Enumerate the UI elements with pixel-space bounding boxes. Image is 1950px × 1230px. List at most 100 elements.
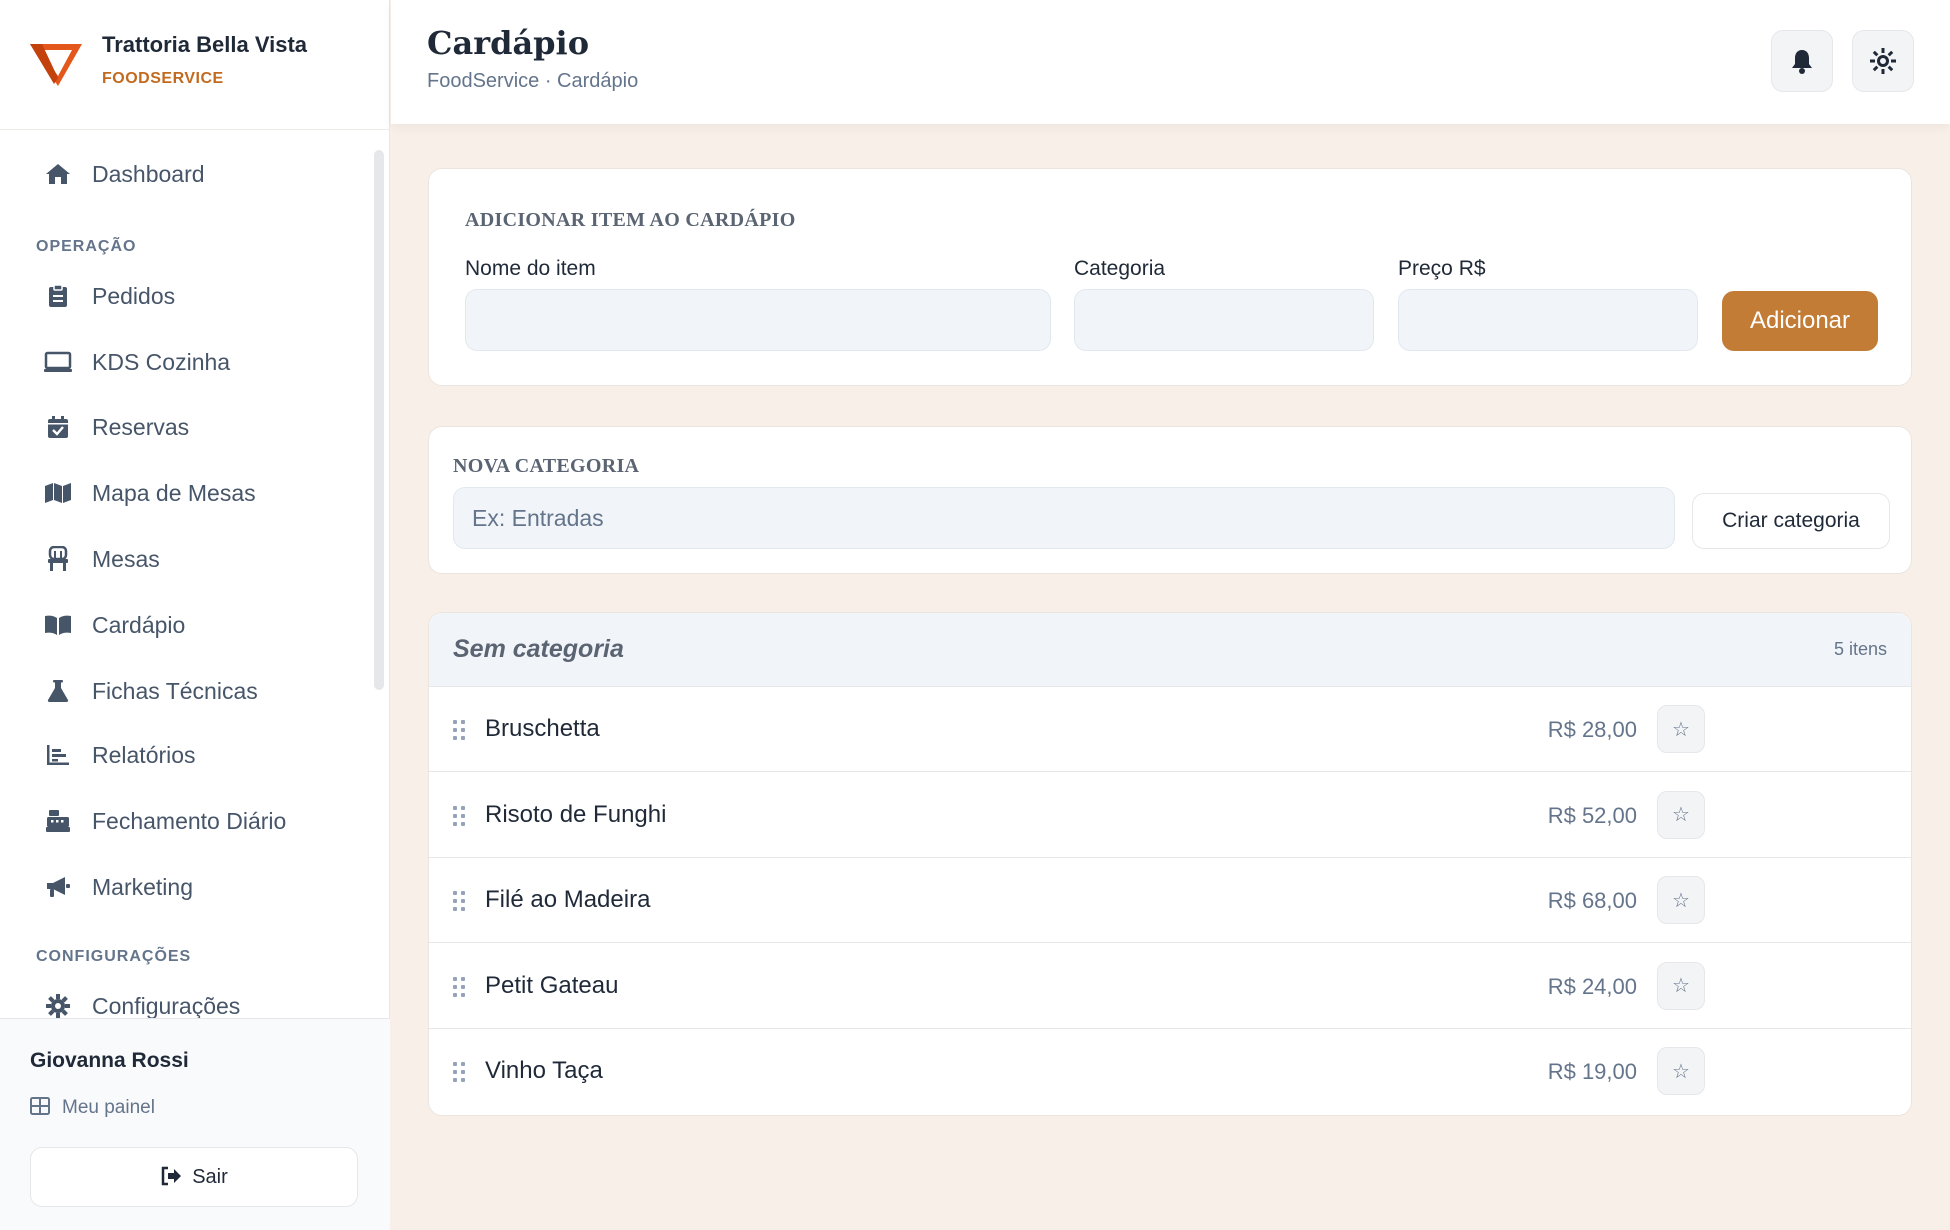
- sidebar: Trattoria Bella Vista FOODSERVICE Dashbo…: [0, 0, 390, 1230]
- sidebar-item-kds-cozinha[interactable]: KDS Cozinha: [30, 342, 370, 382]
- drag-handle-icon[interactable]: [451, 890, 467, 912]
- sign-out-icon: [160, 1166, 182, 1188]
- menu-item-name: Petit Gateau: [485, 971, 619, 999]
- brand-logo-icon: [30, 44, 82, 86]
- sidebar-item-fichas-tecnicas[interactable]: Fichas Técnicas: [30, 671, 370, 711]
- sidebar-scrollbar[interactable]: [374, 150, 384, 690]
- breadcrumb: FoodService · Cardápio: [427, 70, 639, 92]
- sidebar-item-pedidos[interactable]: Pedidos: [30, 276, 370, 316]
- drag-handle-icon[interactable]: [451, 805, 467, 827]
- category-group-header: Sem categoria 5 itens: [429, 613, 1911, 687]
- sidebar-item-label: Pedidos: [92, 282, 176, 309]
- notifications-button[interactable]: [1771, 30, 1833, 92]
- sidebar-item-label: Fechamento Diário: [92, 807, 287, 834]
- menu-item-row: Petit Gateau R$ 24,00 ☆: [429, 944, 1911, 1029]
- menu-item-row: Filé ao Madeira R$ 68,00 ☆: [429, 858, 1911, 943]
- add-item-card: Adicionar item ao cardápio Nome do item …: [428, 168, 1912, 386]
- theme-toggle-button[interactable]: [1852, 30, 1914, 92]
- sidebar-item-label: KDS Cozinha: [92, 348, 231, 375]
- menu-item-name: Filé ao Madeira: [485, 886, 651, 913]
- sidebar-item-cardapio[interactable]: Cardápio: [30, 605, 370, 645]
- bell-icon: [1790, 48, 1814, 74]
- menu-item-price: R$ 28,00: [1547, 717, 1637, 742]
- sidebar-item-fechamento-diario[interactable]: Fechamento Diário: [30, 801, 370, 841]
- favorite-button[interactable]: ☆: [1657, 1047, 1705, 1095]
- sidebar-item-mapa-de-mesas[interactable]: Mapa de Mesas: [30, 473, 370, 513]
- sidebar-item-label: Cardápio: [92, 611, 186, 638]
- category-label: Categoria: [1074, 257, 1166, 280]
- category-select[interactable]: [1074, 289, 1374, 351]
- price-label: Preço R$: [1398, 257, 1486, 280]
- cash-register-icon: [44, 807, 72, 835]
- menu-item-price: R$ 68,00: [1547, 888, 1637, 913]
- sidebar-item-label: Marketing: [92, 873, 193, 900]
- favorite-button[interactable]: ☆: [1657, 961, 1705, 1010]
- calendar-check-icon: [44, 413, 72, 441]
- star-icon: ☆: [1672, 718, 1690, 741]
- menu-item-row: Bruschetta R$ 28,00 ☆: [429, 687, 1911, 772]
- category-group-title: Sem categoria: [453, 635, 624, 663]
- drag-handle-icon[interactable]: [451, 719, 467, 741]
- page-header: Cardápio FoodService · Cardápio: [391, 0, 1950, 124]
- sidebar-item-marketing[interactable]: Marketing: [30, 867, 370, 907]
- brand-subtitle: FOODSERVICE: [102, 70, 224, 87]
- sidebar-item-label: Configurações: [92, 992, 241, 1019]
- sidebar-item-label: Reservas: [92, 413, 190, 440]
- category-group-card: Sem categoria 5 itens Bruschetta R$ 28,00…: [428, 612, 1912, 1116]
- sidebar-item-relatorios[interactable]: Relatórios: [30, 735, 370, 775]
- sidebar-item-label: Mesas: [92, 545, 160, 572]
- category-item-count: 5 itens: [1833, 639, 1887, 659]
- star-icon: ☆: [1672, 1060, 1690, 1083]
- flask-icon: [44, 677, 72, 705]
- favorite-button[interactable]: ☆: [1657, 876, 1705, 924]
- menu-item-price: R$ 52,00: [1547, 802, 1637, 828]
- menu-item-name: Bruschetta: [485, 715, 600, 742]
- page-title: Cardápio: [427, 24, 590, 62]
- favorite-button[interactable]: ☆: [1657, 790, 1705, 839]
- menu-item-name: Risoto de Funghi: [485, 800, 667, 828]
- map-icon: [44, 479, 72, 507]
- user-name: Giovanna Rossi: [30, 1049, 189, 1072]
- new-category-card: Nova categoria Criar categoria: [428, 426, 1912, 574]
- star-icon: ☆: [1672, 804, 1690, 826]
- add-item-title: Adicionar item ao cardápio: [465, 209, 796, 231]
- logout-label: Sair: [192, 1165, 228, 1188]
- sidebar-item-reservas[interactable]: Reservas: [30, 407, 370, 447]
- bar-chart-icon: [44, 741, 72, 769]
- chair-icon: [44, 545, 72, 573]
- sun-icon: [1870, 48, 1896, 74]
- new-category-input[interactable]: [453, 487, 1675, 549]
- menu-item-price: R$ 19,00: [1547, 1059, 1637, 1084]
- menu-item-row: Vinho Taça R$ 19,00 ☆: [429, 1029, 1911, 1114]
- create-category-button[interactable]: Criar categoria: [1692, 493, 1890, 549]
- sidebar-nav: Dashboard OPERAÇÃO Pedidos KDS Cozinha R…: [0, 130, 390, 1018]
- star-icon: ☆: [1672, 889, 1690, 912]
- grid-icon: [30, 1097, 52, 1119]
- logout-button[interactable]: Sair: [30, 1147, 358, 1207]
- drag-handle-icon[interactable]: [451, 1061, 467, 1083]
- brand-name: Trattoria Bella Vista: [102, 32, 308, 57]
- my-panel-link[interactable]: Meu painel: [30, 1097, 155, 1119]
- clipboard-icon: [44, 282, 72, 310]
- item-name-input[interactable]: [465, 289, 1051, 351]
- sidebar-item-label: Relatórios: [92, 741, 196, 768]
- section-label-operacao: OPERAÇÃO: [36, 238, 137, 255]
- brand: Trattoria Bella Vista FOODSERVICE: [0, 0, 390, 130]
- menu-item-name: Vinho Taça: [485, 1057, 603, 1084]
- drag-handle-icon[interactable]: [451, 976, 467, 998]
- favorite-button[interactable]: ☆: [1657, 705, 1705, 753]
- sidebar-item-configuracoes[interactable]: Configurações: [30, 986, 370, 1018]
- sidebar-item-label: Dashboard: [92, 160, 205, 187]
- book-open-icon: [44, 611, 72, 639]
- gear-icon: [44, 992, 72, 1018]
- menu-item-row: Risoto de Funghi R$ 52,00 ☆: [429, 773, 1911, 858]
- menu-item-price: R$ 24,00: [1547, 973, 1637, 999]
- sidebar-item-label: Mapa de Mesas: [92, 479, 256, 506]
- sidebar-item-dashboard[interactable]: Dashboard: [30, 154, 370, 194]
- megaphone-icon: [44, 873, 72, 901]
- star-icon: ☆: [1672, 975, 1690, 997]
- sidebar-item-mesas[interactable]: Mesas: [30, 539, 370, 579]
- add-item-button[interactable]: Adicionar: [1722, 291, 1878, 351]
- user-box: Giovanna Rossi Meu painel Sair: [0, 1018, 390, 1230]
- price-input[interactable]: [1398, 289, 1698, 351]
